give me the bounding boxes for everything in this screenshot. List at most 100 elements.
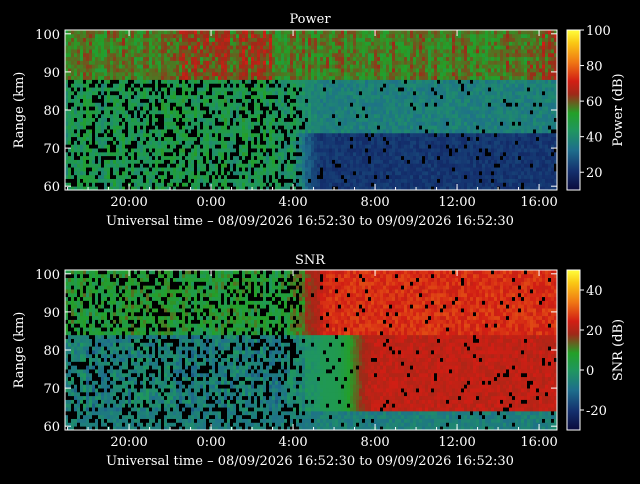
heatmap-cell xyxy=(419,151,423,157)
heatmap-cell xyxy=(296,30,300,35)
heatmap-cell xyxy=(341,148,345,153)
heatmap-cell xyxy=(68,102,72,107)
heatmap-cell xyxy=(242,52,246,58)
heatmap-cell xyxy=(290,140,294,145)
heatmap-cell xyxy=(398,64,402,69)
heatmap-cell xyxy=(68,117,72,122)
heatmap-cell xyxy=(182,60,186,65)
heatmap-cell xyxy=(173,37,177,42)
heatmap-cell xyxy=(119,102,123,107)
heatmap-cell xyxy=(95,49,99,54)
heatmap-cell xyxy=(344,182,348,187)
heatmap-cell xyxy=(323,129,327,134)
heatmap-cell xyxy=(92,117,96,122)
heatmap-cell xyxy=(140,182,144,187)
heatmap-cell xyxy=(71,83,75,88)
heatmap-cell xyxy=(257,151,261,157)
heatmap-cell xyxy=(266,60,270,65)
heatmap-cell xyxy=(380,167,384,172)
heatmap-cell xyxy=(221,113,225,119)
heatmap-cell xyxy=(368,148,372,153)
heatmap-cell xyxy=(116,102,120,107)
heatmap-cell xyxy=(308,60,312,65)
heatmap-cell xyxy=(356,52,360,58)
heatmap-cell xyxy=(251,178,255,183)
heatmap-cell xyxy=(92,174,96,179)
heatmap-cell xyxy=(146,132,150,138)
heatmap-cell xyxy=(113,148,117,153)
heatmap-cell xyxy=(368,98,372,103)
heatmap-cell xyxy=(404,129,408,134)
heatmap-cell xyxy=(383,167,387,172)
heatmap-cell xyxy=(353,37,357,42)
heatmap-cell xyxy=(161,71,165,77)
heatmap-cell xyxy=(164,64,168,69)
heatmap-cell xyxy=(389,33,393,39)
heatmap-cell xyxy=(371,163,375,168)
heatmap-cell xyxy=(365,30,369,35)
heatmap-cell xyxy=(116,182,120,187)
heatmap-cell xyxy=(275,167,279,172)
heatmap-cell xyxy=(251,132,255,138)
heatmap-cell xyxy=(86,30,90,35)
heatmap-cell xyxy=(179,129,183,134)
heatmap-cell xyxy=(332,151,336,157)
heatmap-cell xyxy=(392,49,396,54)
heatmap-cell xyxy=(299,163,303,168)
heatmap-cell xyxy=(254,167,258,172)
heatmap-cell xyxy=(302,167,306,172)
heatmap-cell xyxy=(296,41,300,46)
heatmap-cell xyxy=(356,45,360,50)
heatmap-cell xyxy=(155,41,159,46)
heatmap-cell xyxy=(350,45,354,50)
heatmap-cell xyxy=(209,174,213,179)
heatmap-cell xyxy=(371,182,375,187)
heatmap-cell xyxy=(182,33,186,39)
heatmap-cell xyxy=(395,52,399,58)
heatmap-cell xyxy=(254,140,258,145)
heatmap-cell xyxy=(185,87,189,92)
heatmap-cell xyxy=(155,148,159,153)
heatmap-cell xyxy=(371,151,375,157)
heatmap-cell xyxy=(113,163,117,168)
heatmap-cell xyxy=(125,163,129,168)
heatmap-cell xyxy=(212,98,216,103)
heatmap-cell xyxy=(92,64,96,69)
heatmap-cell xyxy=(248,125,252,130)
heatmap-cell xyxy=(188,178,192,183)
heatmap-cell xyxy=(281,167,285,172)
heatmap-cell xyxy=(407,182,411,187)
heatmap-cell xyxy=(389,159,393,164)
heatmap-cell xyxy=(278,87,282,92)
heatmap-cell xyxy=(98,125,102,130)
heatmap-cell xyxy=(227,113,231,119)
heatmap-cell xyxy=(155,151,159,157)
heatmap-cell xyxy=(167,41,171,46)
heatmap-cell xyxy=(413,174,417,179)
heatmap-cell xyxy=(203,140,207,145)
heatmap-cell xyxy=(119,56,123,61)
heatmap-cell xyxy=(173,106,177,111)
heatmap-cell xyxy=(374,79,378,84)
heatmap-cell xyxy=(263,64,267,69)
heatmap-cell xyxy=(329,45,333,50)
heatmap-cell xyxy=(149,94,153,99)
heatmap-cell xyxy=(137,41,141,46)
heatmap-cell xyxy=(92,83,96,88)
heatmap-cell xyxy=(281,129,285,134)
heatmap-cell xyxy=(89,41,93,46)
heatmap-cell xyxy=(80,155,84,160)
heatmap-cell xyxy=(353,136,357,141)
heatmap-cell xyxy=(347,106,351,111)
heatmap-cell xyxy=(191,148,195,153)
heatmap-cell xyxy=(275,129,279,134)
heatmap-cell xyxy=(170,148,174,153)
heatmap-cell xyxy=(128,121,132,126)
heatmap-cell xyxy=(329,132,333,138)
heatmap-cell xyxy=(182,151,186,157)
heatmap-cell xyxy=(95,30,99,35)
heatmap-cell xyxy=(191,151,195,157)
heatmap-cell xyxy=(206,75,210,80)
heatmap-cell xyxy=(395,49,399,54)
heatmap-cell xyxy=(398,94,402,99)
